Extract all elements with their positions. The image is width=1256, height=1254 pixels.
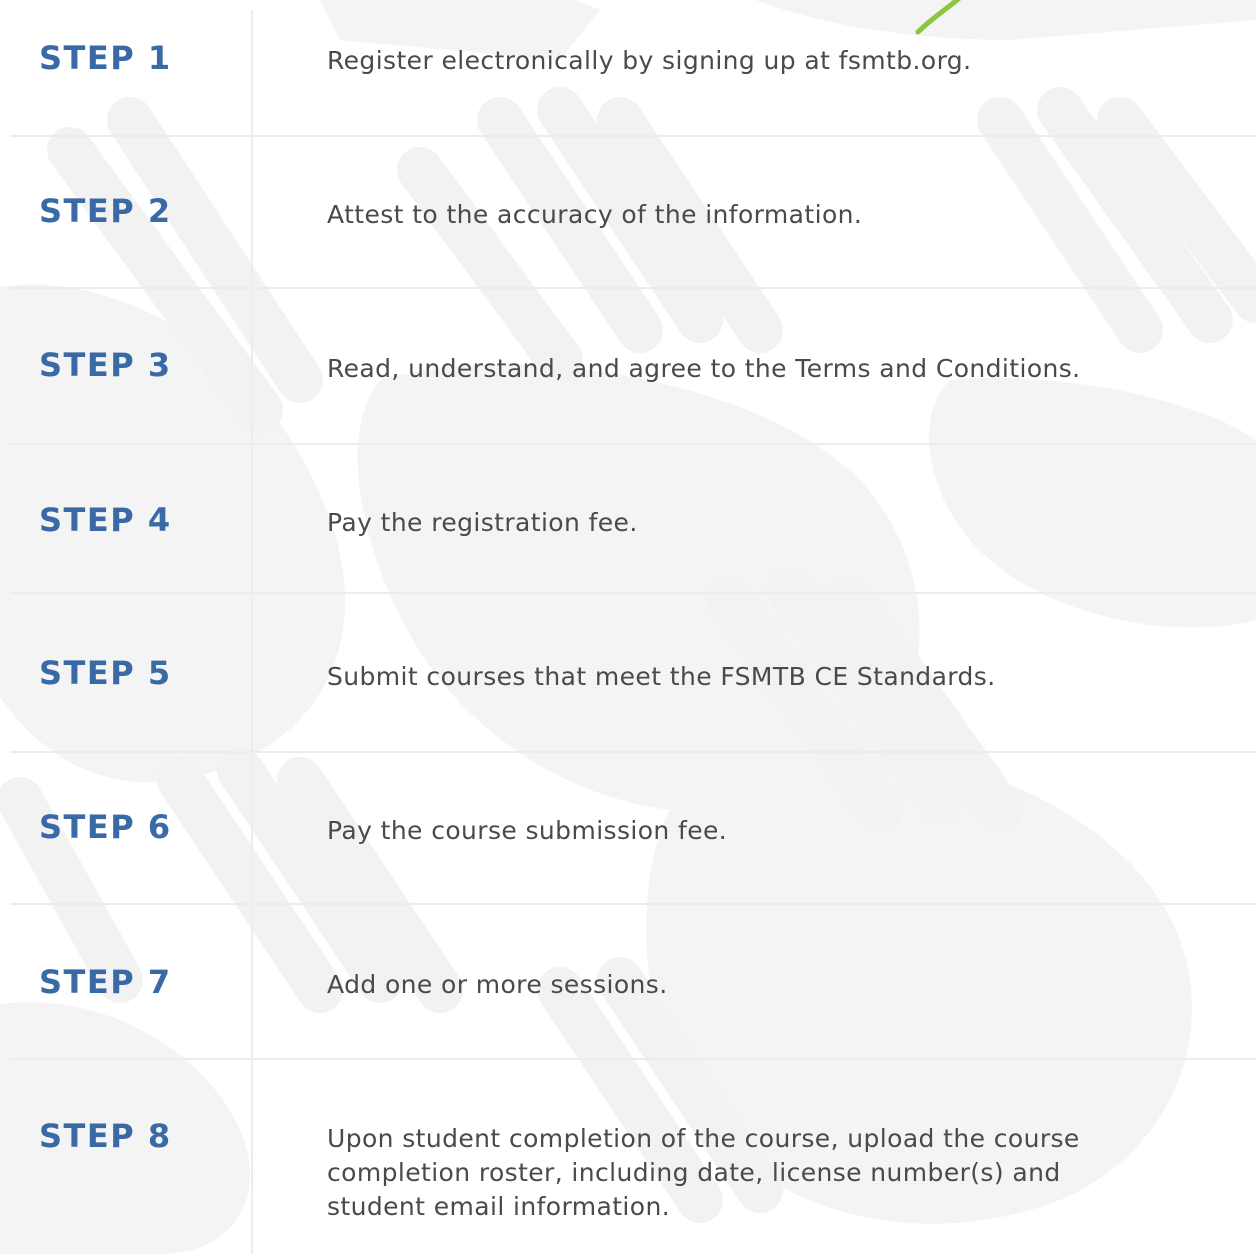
step-3-text: Read, understand, and agree to the Terms… — [327, 354, 1081, 383]
step-4-text: Pay the registration fee. — [327, 508, 638, 537]
step-8-text-line-2: completion roster, including date, licen… — [327, 1158, 1061, 1187]
step-7-label: STEP 7 — [39, 963, 172, 1001]
step-2-label: STEP 2 — [39, 192, 172, 230]
steps-list: STEP 1 Register electronically by signin… — [0, 0, 1256, 1254]
row-divider — [10, 443, 1256, 445]
step-8-text-line-1: Upon student completion of the course, u… — [327, 1124, 1080, 1153]
row-divider — [10, 751, 1256, 753]
step-1-label: STEP 1 — [39, 39, 172, 77]
row-divider — [10, 287, 1256, 289]
row-divider — [10, 903, 1256, 905]
step-4-label: STEP 4 — [39, 501, 172, 539]
step-3-label: STEP 3 — [39, 346, 172, 384]
step-5-text: Submit courses that meet the FSMTB CE St… — [327, 662, 996, 691]
step-5-label: STEP 5 — [39, 654, 172, 692]
row-divider — [10, 1058, 1256, 1060]
step-6-text: Pay the course submission fee. — [327, 816, 728, 845]
step-6-label: STEP 6 — [39, 808, 172, 846]
row-divider — [10, 592, 1256, 594]
step-8-label: STEP 8 — [39, 1117, 172, 1155]
step-2-text: Attest to the accuracy of the informatio… — [327, 200, 863, 229]
step-7-text: Add one or more sessions. — [327, 970, 668, 999]
column-divider — [251, 10, 253, 1254]
step-1-text: Register electronically by signing up at… — [327, 46, 972, 75]
step-8-text-line-3: student email information. — [327, 1192, 671, 1221]
row-divider — [10, 135, 1256, 137]
step-8-text: Upon student completion of the course, u… — [327, 1122, 1227, 1224]
